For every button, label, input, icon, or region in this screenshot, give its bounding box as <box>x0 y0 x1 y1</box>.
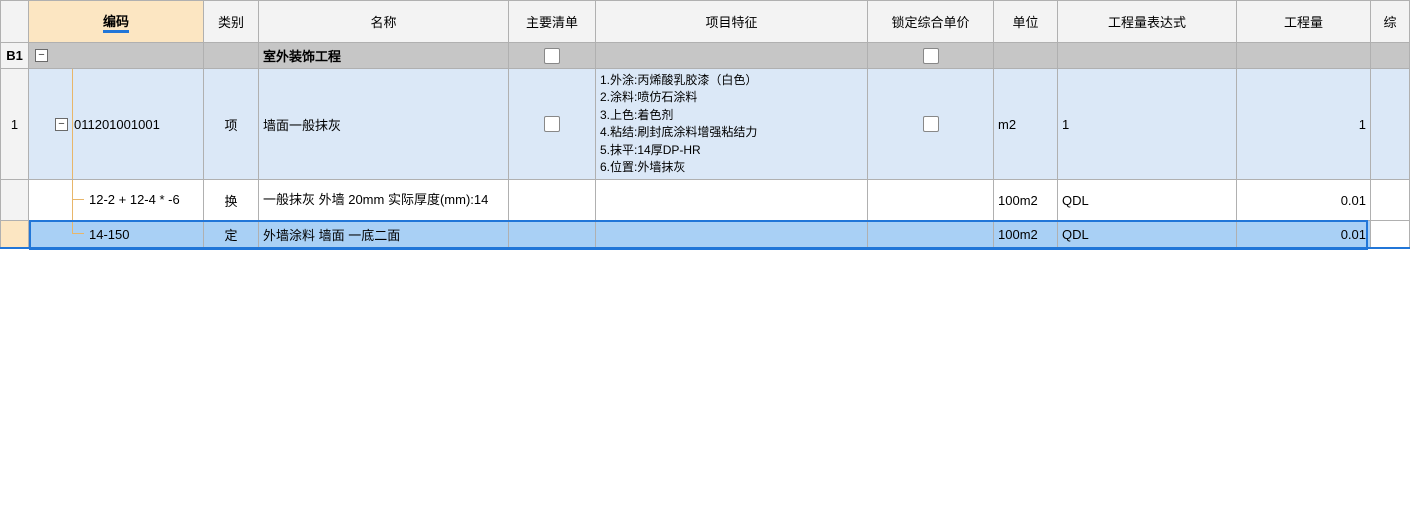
cell-category[interactable]: 定 <box>204 221 259 247</box>
rownum <box>0 180 29 220</box>
cell-end[interactable] <box>1371 69 1410 179</box>
table-row[interactable]: 12-2 + 12-4 * -6 换 一般抹灰 外墙 20mm 实际厚度(mm)… <box>0 180 1410 221</box>
cell-features[interactable]: 1.外涂:丙烯酸乳胶漆（白色） 2.涂料:喷仿石涂料 3.上色:着色剂 4.粘结… <box>596 69 868 179</box>
data-grid[interactable]: 编码 类别 名称 主要清单 项目特征 锁定综合单价 单位 工程量表达式 工程量 … <box>0 0 1410 249</box>
cell-code[interactable]: 12-2 + 12-4 * -6 <box>29 180 204 220</box>
code-value: 12-2 + 12-4 * -6 <box>89 192 180 209</box>
header-name[interactable]: 名称 <box>259 1 509 42</box>
rownum <box>0 221 29 247</box>
rownum: 1 <box>0 69 29 179</box>
code-value: 14-150 <box>89 227 129 242</box>
cell-name[interactable]: 外墙涂料 墙面 一底二面 <box>259 221 509 247</box>
cell-unit[interactable]: m2 <box>994 69 1058 179</box>
cell-qty-expr[interactable] <box>1058 43 1237 68</box>
code-value: 011201001001 <box>74 117 160 132</box>
rownum: B1 <box>0 43 29 68</box>
cell-features[interactable] <box>596 43 868 68</box>
cell-end[interactable] <box>1371 180 1410 220</box>
cell-quantity[interactable] <box>1237 43 1371 68</box>
header-code-label: 编码 <box>103 14 129 29</box>
cell-qty-expr[interactable]: QDL <box>1058 221 1237 247</box>
selected-row-wrap: 14-150 定 外墙涂料 墙面 一底二面 100m2 QDL 0.01 <box>0 221 1410 249</box>
header-last[interactable]: 综 <box>1371 1 1410 42</box>
cell-lock[interactable] <box>868 180 994 220</box>
cell-name[interactable]: 墙面一般抹灰 <box>259 69 509 179</box>
table-row[interactable]: 1 − 011201001001 项 墙面一般抹灰 1.外涂:丙烯酸乳胶漆（白色… <box>0 69 1410 180</box>
cell-main-list[interactable] <box>509 69 596 179</box>
checkbox[interactable] <box>923 48 939 64</box>
cell-features[interactable] <box>596 221 868 247</box>
cell-code[interactable]: 14-150 <box>29 221 204 247</box>
cell-lock[interactable] <box>868 221 994 247</box>
cell-category[interactable]: 换 <box>204 180 259 220</box>
cell-end[interactable] <box>1371 43 1410 68</box>
cell-features[interactable] <box>596 180 868 220</box>
header-code[interactable]: 编码 <box>29 1 204 42</box>
cell-name[interactable]: 一般抹灰 外墙 20mm 实际厚度(mm):14 <box>259 180 509 220</box>
checkbox[interactable] <box>544 48 560 64</box>
cell-quantity[interactable]: 0.01 <box>1237 221 1371 247</box>
cell-category[interactable] <box>204 43 259 68</box>
cell-main-list[interactable] <box>509 221 596 247</box>
header-quantity[interactable]: 工程量 <box>1237 1 1371 42</box>
cell-category[interactable]: 项 <box>204 69 259 179</box>
cell-code[interactable]: − <box>29 43 204 68</box>
header-features[interactable]: 项目特征 <box>596 1 868 42</box>
cell-unit[interactable]: 100m2 <box>994 180 1058 220</box>
checkbox[interactable] <box>923 116 939 132</box>
cell-quantity[interactable]: 0.01 <box>1237 180 1371 220</box>
header-main-list[interactable]: 主要清单 <box>509 1 596 42</box>
cell-qty-expr[interactable]: 1 <box>1058 69 1237 179</box>
header-unit[interactable]: 单位 <box>994 1 1058 42</box>
cell-lock[interactable] <box>868 43 994 68</box>
features-text: 1.外涂:丙烯酸乳胶漆（白色） 2.涂料:喷仿石涂料 3.上色:着色剂 4.粘结… <box>600 72 757 176</box>
cell-lock[interactable] <box>868 69 994 179</box>
cell-name[interactable]: 室外装饰工程 <box>259 43 509 68</box>
cell-main-list[interactable] <box>509 43 596 68</box>
collapse-icon[interactable]: − <box>35 49 48 62</box>
cell-qty-expr[interactable]: QDL <box>1058 180 1237 220</box>
table-row-selected[interactable]: 14-150 定 外墙涂料 墙面 一底二面 100m2 QDL 0.01 <box>0 221 1410 249</box>
cell-main-list[interactable] <box>509 180 596 220</box>
table-row-group[interactable]: B1 − 室外装饰工程 <box>0 43 1410 69</box>
header-lock-price[interactable]: 锁定综合单价 <box>868 1 994 42</box>
cell-unit[interactable] <box>994 43 1058 68</box>
header-row: 编码 类别 名称 主要清单 项目特征 锁定综合单价 单位 工程量表达式 工程量 … <box>0 0 1410 43</box>
collapse-icon[interactable]: − <box>55 118 68 131</box>
header-rownum <box>0 1 29 42</box>
cell-end[interactable] <box>1371 221 1410 247</box>
cell-unit[interactable]: 100m2 <box>994 221 1058 247</box>
header-qty-expr[interactable]: 工程量表达式 <box>1058 1 1237 42</box>
cell-code[interactable]: − 011201001001 <box>29 69 204 179</box>
header-category[interactable]: 类别 <box>204 1 259 42</box>
checkbox[interactable] <box>544 116 560 132</box>
cell-quantity[interactable]: 1 <box>1237 69 1371 179</box>
